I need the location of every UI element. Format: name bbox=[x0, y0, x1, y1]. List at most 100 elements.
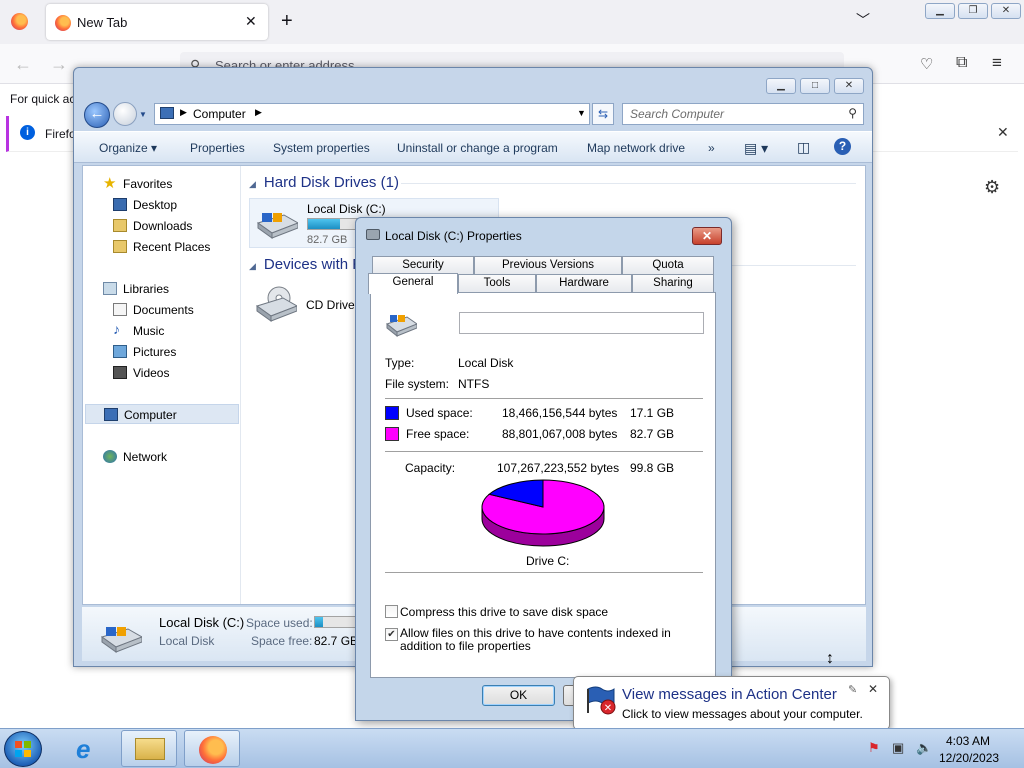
index-checkbox[interactable]: ✔ bbox=[385, 628, 398, 641]
nav-documents[interactable]: Documents bbox=[83, 300, 239, 320]
tab-quota[interactable]: Quota bbox=[622, 256, 714, 274]
nav-downloads[interactable]: Downloads bbox=[83, 216, 239, 236]
command-bar: Organize ▾ Properties System properties … bbox=[74, 131, 872, 163]
tab-tools[interactable]: Tools bbox=[458, 274, 536, 292]
clock-time[interactable]: 4:03 AM bbox=[946, 734, 990, 748]
resize-cursor-icon: ↕ bbox=[826, 650, 834, 667]
settings-gear-icon[interactable]: ⚙ bbox=[984, 177, 1000, 198]
drive-cd[interactable]: CD Drive bbox=[249, 280, 369, 330]
new-tab-button[interactable]: + bbox=[281, 10, 293, 33]
folder-icon bbox=[135, 738, 165, 760]
preview-pane-icon[interactable]: ◫ bbox=[797, 139, 810, 156]
cd-drive-icon bbox=[253, 286, 299, 322]
breadcrumb-arrow-icon[interactable]: ▶ bbox=[180, 107, 187, 118]
separator bbox=[385, 398, 703, 399]
star-icon: ★ bbox=[103, 175, 117, 192]
tab-general[interactable]: General bbox=[368, 273, 458, 294]
group-removable-storage[interactable]: ◢ Devices with R bbox=[249, 256, 363, 273]
restore-button[interactable]: ❐ bbox=[958, 3, 988, 19]
forward-arrow-icon[interactable]: → bbox=[50, 54, 68, 75]
breadcrumb-computer[interactable]: Computer bbox=[193, 107, 246, 121]
minimize-button[interactable]: ▁ bbox=[766, 78, 796, 94]
tab-previous-versions[interactable]: Previous Versions bbox=[474, 256, 622, 274]
organize-button[interactable]: Organize ▾ bbox=[99, 141, 157, 155]
maximize-button[interactable]: □ bbox=[800, 78, 830, 94]
start-button[interactable] bbox=[4, 731, 42, 767]
details-usage-fill bbox=[315, 617, 324, 627]
taskbar-firefox[interactable] bbox=[184, 730, 240, 767]
free-space-bytes: 88,801,067,008 bytes bbox=[502, 427, 618, 441]
tab-sharing[interactable]: Sharing bbox=[632, 274, 714, 292]
action-center-flag-icon: ✕ bbox=[584, 685, 616, 715]
properties-button[interactable]: Properties bbox=[190, 141, 245, 155]
volume-muted-tray-icon[interactable]: 🔈 bbox=[916, 740, 932, 756]
change-view-icon[interactable]: ▤ ▾ bbox=[744, 140, 768, 157]
separator bbox=[385, 451, 703, 452]
map-network-drive-button[interactable]: Map network drive bbox=[587, 141, 685, 155]
tab-new-tab[interactable]: New Tab ✕ bbox=[46, 4, 268, 40]
settings-wrench-icon[interactable]: ✎ bbox=[848, 683, 857, 696]
nav-videos[interactable]: Videos bbox=[83, 363, 239, 383]
hard-drive-icon bbox=[98, 623, 144, 653]
back-arrow-icon[interactable]: ← bbox=[14, 54, 32, 75]
info-icon: i bbox=[20, 125, 35, 140]
drive-caption: Drive C: bbox=[526, 554, 570, 568]
free-space-label: Free space: bbox=[406, 427, 470, 441]
address-bar[interactable]: ▶ Computer ▶ ▼ bbox=[154, 103, 590, 125]
nav-network[interactable]: Network bbox=[83, 447, 239, 467]
volume-label-input[interactable] bbox=[459, 312, 704, 334]
nav-favorites[interactable]: ★ Favorites bbox=[83, 174, 239, 194]
drive-name: Local Disk (C:) bbox=[307, 202, 386, 216]
network-tray-icon[interactable]: ▣ bbox=[892, 740, 904, 756]
close-button[interactable]: ✕ bbox=[692, 227, 722, 245]
breadcrumb-arrow-icon[interactable]: ▶ bbox=[255, 107, 262, 118]
close-notification-icon[interactable]: ✕ bbox=[997, 124, 1009, 141]
minimize-button[interactable]: ▁ bbox=[925, 3, 955, 19]
nav-recent-places[interactable]: Recent Places bbox=[83, 237, 239, 257]
type-value: Local Disk bbox=[458, 356, 514, 370]
close-tab-icon[interactable]: ✕ bbox=[245, 13, 257, 30]
chevron-down-icon[interactable]: ﹀ bbox=[856, 10, 870, 30]
used-space-label: Used space: bbox=[406, 406, 473, 420]
more-commands-button[interactable]: » bbox=[708, 141, 715, 155]
firefox-icon[interactable] bbox=[11, 13, 28, 30]
group-hard-disk-drives[interactable]: ◢ Hard Disk Drives (1) bbox=[249, 174, 399, 191]
hard-drive-icon bbox=[385, 313, 419, 338]
search-input[interactable]: Search Computer ⚲ bbox=[622, 103, 864, 125]
nav-pictures[interactable]: Pictures bbox=[83, 342, 239, 362]
nav-desktop[interactable]: Desktop bbox=[83, 195, 239, 215]
refresh-button[interactable]: ⇆ bbox=[592, 103, 614, 125]
ok-button[interactable]: OK bbox=[482, 685, 555, 706]
forward-button[interactable] bbox=[113, 102, 137, 126]
close-button[interactable]: ✕ bbox=[834, 78, 864, 94]
pocket-icon[interactable]: ♡ bbox=[920, 55, 933, 73]
tab-hardware[interactable]: Hardware bbox=[536, 274, 632, 292]
close-icon[interactable]: ✕ bbox=[868, 682, 878, 696]
nav-music[interactable]: ♪ Music bbox=[83, 321, 239, 341]
free-space-swatch bbox=[385, 427, 399, 441]
disk-usage-pie-chart bbox=[481, 479, 605, 547]
network-icon bbox=[103, 450, 117, 463]
quick-access-text: For quick ac bbox=[10, 92, 76, 106]
close-button[interactable]: ✕ bbox=[991, 3, 1021, 19]
recent-pages-chevron-icon[interactable]: ▼ bbox=[139, 110, 147, 119]
action-center-tray-icon[interactable]: ⚑ bbox=[868, 740, 880, 756]
compress-checkbox[interactable] bbox=[385, 605, 398, 618]
uninstall-program-button[interactable]: Uninstall or change a program bbox=[397, 141, 558, 155]
nav-libraries[interactable]: Libraries bbox=[83, 279, 239, 299]
tab-security[interactable]: Security bbox=[372, 256, 474, 274]
taskbar-internet-explorer[interactable]: e bbox=[62, 730, 118, 767]
system-properties-button[interactable]: System properties bbox=[273, 141, 370, 155]
hamburger-menu-icon[interactable]: ≡ bbox=[992, 53, 1002, 73]
nav-computer[interactable]: Computer bbox=[85, 404, 239, 424]
extensions-icon[interactable]: ⧉ bbox=[956, 54, 967, 72]
tab-title: New Tab bbox=[77, 15, 128, 30]
taskbar-windows-explorer[interactable] bbox=[121, 730, 177, 767]
back-button[interactable]: ← bbox=[84, 102, 110, 128]
videos-icon bbox=[113, 366, 127, 379]
clock-date[interactable]: 12/20/2023 bbox=[939, 751, 999, 765]
action-center-balloon[interactable]: ✕ View messages in Action Center Click t… bbox=[573, 676, 890, 730]
help-icon[interactable]: ? bbox=[834, 138, 851, 155]
chevron-down-icon[interactable]: ▼ bbox=[577, 108, 586, 118]
libraries-icon bbox=[103, 282, 117, 295]
